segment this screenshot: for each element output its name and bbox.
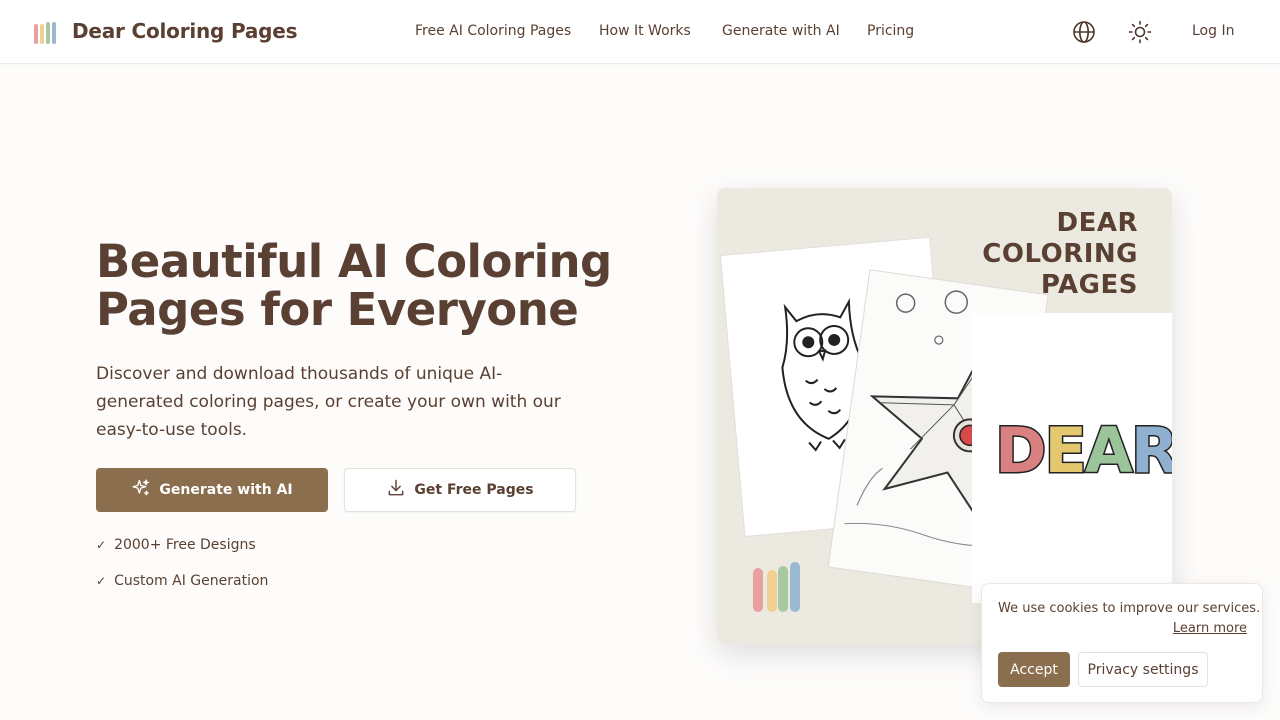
- get-free-pages-label: Get Free Pages: [414, 482, 534, 498]
- learn-more-link[interactable]: Learn more: [1173, 621, 1247, 636]
- feature-label: 2000+ Free Designs: [114, 537, 256, 553]
- hero-title: Beautiful AI Coloring Pages for Everyone: [96, 235, 612, 336]
- hero-image: DEAR COLORING PAGES DEAR: [717, 188, 1172, 644]
- hero-image-letter: A: [1083, 414, 1134, 487]
- download-icon: [386, 478, 406, 502]
- globe-icon[interactable]: [1070, 18, 1098, 46]
- hero-subtitle: Discover and download thousands of uniqu…: [96, 364, 561, 440]
- generate-with-ai-button[interactable]: Generate with AI: [96, 468, 328, 512]
- accept-cookies-button[interactable]: Accept: [998, 652, 1070, 687]
- logo-icon[interactable]: [34, 20, 56, 44]
- feature-item: ✓ 2000+ Free Designs: [96, 537, 256, 553]
- site-header: Dear Coloring Pages Free AI Coloring Pag…: [0, 0, 1280, 64]
- nav-free-coloring-pages[interactable]: Free AI Coloring Pages: [415, 23, 571, 39]
- cookie-banner: We use cookies to improve our services. …: [981, 583, 1263, 703]
- nav-pricing[interactable]: Pricing: [867, 23, 914, 39]
- check-icon: ✓: [96, 574, 107, 588]
- nav-how-it-works[interactable]: How It Works: [599, 23, 691, 39]
- login-link[interactable]: Log In: [1192, 23, 1234, 39]
- cookie-message: We use cookies to improve our services.: [998, 601, 1261, 616]
- nav-generate-with-ai[interactable]: Generate with AI: [722, 23, 840, 39]
- hero-image-title: DEAR COLORING PAGES: [982, 208, 1138, 300]
- hero-image-letter: D: [993, 414, 1048, 487]
- generate-with-ai-label: Generate with AI: [159, 482, 293, 498]
- check-icon: ✓: [96, 538, 107, 552]
- hero-image-letter: E: [1043, 414, 1088, 487]
- hero-image-word: DEAR: [993, 414, 1172, 487]
- brand-name[interactable]: Dear Coloring Pages: [72, 19, 298, 43]
- feature-label: Custom AI Generation: [114, 573, 269, 589]
- privacy-settings-button[interactable]: Privacy settings: [1078, 652, 1208, 687]
- sun-icon[interactable]: [1126, 18, 1154, 46]
- feature-item: ✓ Custom AI Generation: [96, 573, 268, 589]
- get-free-pages-button[interactable]: Get Free Pages: [344, 468, 576, 512]
- sparkle-icon: [131, 478, 151, 502]
- hero-image-letter: R: [1129, 414, 1172, 487]
